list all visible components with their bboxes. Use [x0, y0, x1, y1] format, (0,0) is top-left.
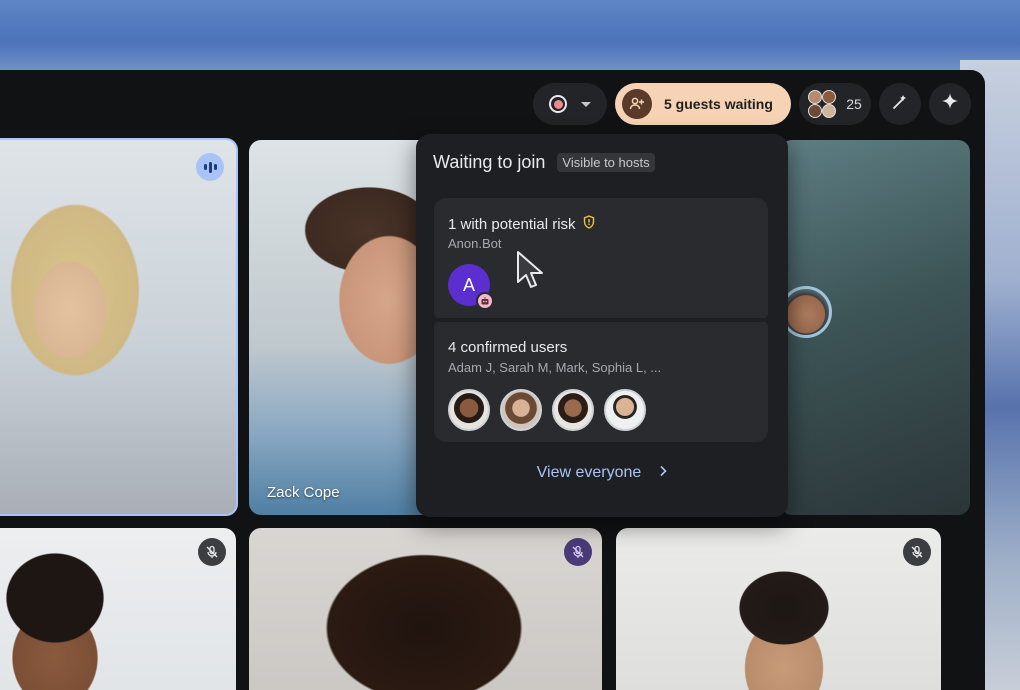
risk-group-title-row: 1 with potential risk	[448, 215, 595, 233]
view-everyone-link[interactable]: View everyone	[416, 464, 788, 482]
confirmed-group-title: 4 confirmed users	[448, 339, 568, 356]
participants-button[interactable]: 25	[799, 83, 871, 125]
meeting-toolbar: 5 guests waiting 25	[533, 83, 971, 125]
chevron-right-icon	[659, 464, 667, 482]
risk-group-title: 1 with potential risk	[448, 215, 576, 233]
participant-count: 25	[846, 96, 862, 112]
bot-icon	[476, 292, 494, 310]
mic-off-icon	[564, 538, 592, 566]
confirmed-avatars	[448, 389, 646, 431]
avatar-initial: A	[462, 274, 475, 295]
confirmed-group-names: Adam J, Sarah M, Mark, Sophia L, ...	[448, 360, 662, 375]
participant-tile-avatar[interactable]	[780, 140, 970, 515]
mic-off-icon	[903, 538, 931, 566]
shield-warning-icon	[583, 215, 595, 233]
person-add-icon	[622, 89, 652, 119]
potential-risk-group[interactable]: 1 with potential risk Anon.Bot A	[434, 198, 768, 318]
record-icon	[549, 95, 567, 113]
participant-name: Zack Cope	[267, 484, 340, 501]
popup-title: Waiting to join	[433, 152, 546, 172]
gemini-button[interactable]	[929, 83, 971, 125]
avatar[interactable]	[500, 389, 542, 431]
speaking-indicator-icon	[196, 153, 224, 181]
waiting-to-join-popup: Waiting to join Visible to hosts 1 with …	[416, 134, 788, 517]
popup-header: Waiting to join Visible to hosts	[433, 152, 655, 173]
participant-tile-man[interactable]	[616, 528, 941, 690]
magic-wand-icon	[890, 92, 910, 117]
chevron-down-icon	[581, 101, 591, 107]
anon-bot-avatar[interactable]: A	[448, 264, 494, 310]
avatar[interactable]	[448, 389, 490, 431]
avatar[interactable]	[552, 389, 594, 431]
participant-tile-woman-speaking[interactable]	[0, 138, 238, 516]
visibility-chip: Visible to hosts	[557, 153, 655, 172]
mouse-cursor-icon	[515, 250, 545, 297]
view-everyone-label: View everyone	[536, 464, 642, 481]
mic-off-icon	[198, 538, 226, 566]
effects-button[interactable]	[879, 83, 921, 125]
participants-avatars-icon	[808, 90, 837, 118]
guests-waiting-button[interactable]: 5 guests waiting	[615, 83, 791, 125]
avatar[interactable]	[604, 389, 646, 431]
participant-tile-glasses[interactable]	[0, 528, 236, 690]
guests-waiting-label: 5 guests waiting	[664, 96, 773, 112]
risk-group-names: Anon.Bot	[448, 236, 502, 251]
confirmed-users-group[interactable]: 4 confirmed users Adam J, Sarah M, Mark,…	[434, 322, 768, 442]
sparkle-icon	[939, 91, 961, 118]
recording-button[interactable]	[533, 83, 607, 125]
participant-tile-curly-hair[interactable]	[249, 528, 602, 690]
